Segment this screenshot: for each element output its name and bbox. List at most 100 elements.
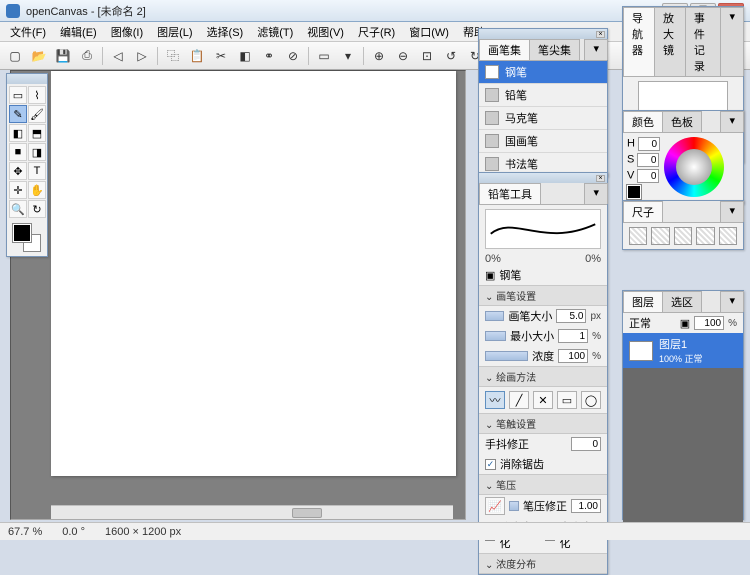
antialias-checkbox[interactable]: ✓ — [485, 459, 496, 470]
eraser-button[interactable]: ◧ — [234, 45, 256, 67]
brush-item-ink[interactable]: 国画笔 — [479, 130, 607, 153]
canvas-document[interactable] — [51, 71, 456, 476]
method-line-icon[interactable]: 〰 — [485, 391, 505, 409]
color-current-swatch[interactable] — [627, 185, 641, 199]
minsize-slider[interactable] — [485, 331, 506, 341]
menu-select[interactable]: 选择(S) — [201, 22, 250, 42]
new-button[interactable]: ▢ — [4, 45, 26, 67]
menu-image[interactable]: 图像(I) — [105, 22, 149, 42]
section-pressure[interactable]: 笔压 — [479, 474, 607, 495]
redo-button[interactable]: ▷ — [131, 45, 153, 67]
menu-file[interactable]: 文件(F) — [4, 22, 52, 42]
horizontal-scrollbar[interactable] — [51, 505, 453, 519]
menu-filter[interactable]: 滤镜(T) — [251, 22, 299, 42]
foreground-color-swatch[interactable] — [13, 224, 31, 242]
save-as-button[interactable]: ⎙ — [76, 45, 98, 67]
pressure-slider[interactable] — [509, 501, 519, 511]
tab-tipset[interactable]: 笔尖集 — [529, 39, 580, 60]
density-input[interactable] — [558, 349, 588, 363]
rect-button[interactable]: ▭ — [313, 45, 335, 67]
section-draw-method[interactable]: 绘画方法 — [479, 366, 607, 387]
color-wheel[interactable] — [664, 137, 724, 197]
ruler-preset-5[interactable] — [719, 227, 737, 245]
tab-swatches[interactable]: 色板 — [662, 111, 702, 132]
pressure-curve-icon[interactable]: 📈 — [485, 497, 505, 515]
tab-penciltool[interactable]: 铅笔工具 — [479, 183, 541, 204]
menu-view[interactable]: 视图(V) — [301, 22, 350, 42]
hue-input[interactable] — [638, 137, 660, 151]
layers-empty-area[interactable] — [623, 368, 743, 528]
zoom-fit-button[interactable]: ⊡ — [416, 45, 438, 67]
ruler-preset-3[interactable] — [674, 227, 692, 245]
sat-input[interactable] — [637, 153, 659, 167]
size-input[interactable] — [556, 309, 586, 323]
density-slider[interactable] — [485, 351, 528, 361]
pen-tool[interactable]: ✎ — [9, 105, 27, 123]
menu-layer[interactable]: 图层(L) — [151, 22, 198, 42]
zoom-out-button[interactable]: ⊖ — [392, 45, 414, 67]
stabilize-input[interactable] — [571, 437, 601, 451]
panel-menu-icon[interactable]: ▾ — [720, 291, 744, 312]
brushtool-titlebar[interactable]: × — [479, 173, 607, 183]
brush-tool[interactable]: 🖌 — [28, 105, 46, 123]
gradient-tool[interactable]: ◨ — [28, 143, 46, 161]
panel-menu-icon[interactable]: ▾ — [720, 7, 744, 76]
method-straight-icon[interactable]: ╱ — [509, 391, 529, 409]
section-brush-settings[interactable]: 画笔设置 — [479, 285, 607, 306]
eraser-tool[interactable]: ◧ — [9, 124, 27, 142]
layer-opacity-input[interactable] — [694, 316, 724, 330]
tab-magnifier[interactable]: 放大镜 — [654, 7, 686, 76]
layer-item[interactable]: 图层1 100% 正常 — [623, 333, 743, 368]
eyedropper-tool[interactable]: ✛ — [9, 181, 27, 199]
method-cross-icon[interactable]: ✕ — [533, 391, 553, 409]
link-button[interactable]: ⚭ — [258, 45, 280, 67]
copy-button[interactable]: ⿻ — [162, 45, 184, 67]
tab-layers[interactable]: 图层 — [623, 291, 663, 312]
toolbox-titlebar[interactable] — [7, 74, 47, 84]
clear-button[interactable]: ⊘ — [282, 45, 304, 67]
method-ellipse-icon[interactable]: ◯ — [581, 391, 601, 409]
zoom-tool[interactable]: 🔍 — [9, 200, 27, 218]
menu-edit[interactable]: 编辑(E) — [54, 22, 103, 42]
color-swatches[interactable] — [13, 224, 41, 252]
menu-ruler[interactable]: 尺子(R) — [352, 22, 401, 42]
ruler-preset-2[interactable] — [651, 227, 669, 245]
section-density-dist[interactable]: 浓度分布 — [479, 553, 607, 574]
zoom-in-button[interactable]: ⊕ — [368, 45, 390, 67]
undo-button[interactable]: ◁ — [107, 45, 129, 67]
ruler-preset-1[interactable] — [629, 227, 647, 245]
panel-menu-icon[interactable]: ▾ — [720, 111, 744, 132]
shape-tool[interactable]: ■ — [9, 143, 27, 161]
move-tool[interactable]: ✥ — [9, 162, 27, 180]
paste-button[interactable]: 📋 — [186, 45, 208, 67]
brush-item-pen[interactable]: 钢笔 — [479, 61, 607, 84]
val-input[interactable] — [637, 169, 659, 183]
tab-selection[interactable]: 选区 — [662, 291, 702, 312]
rect-select-tool[interactable]: ▭ — [9, 86, 27, 104]
dropdown-icon[interactable]: ▾ — [337, 45, 359, 67]
blend-mode-select[interactable]: 正常 — [629, 315, 651, 331]
tab-navigator[interactable]: 导航器 — [623, 7, 655, 76]
section-touch[interactable]: 笔触设置 — [479, 413, 607, 434]
tab-eventlog[interactable]: 事件记录 — [685, 7, 722, 76]
tab-color[interactable]: 颜色 — [623, 111, 663, 132]
panel-menu-icon[interactable]: ▾ — [584, 183, 608, 204]
panel-menu-icon[interactable]: ▾ — [584, 39, 608, 60]
text-tool[interactable]: T — [28, 162, 46, 180]
minsize-input[interactable] — [558, 329, 588, 343]
rotate-ccw-button[interactable]: ↺ — [440, 45, 462, 67]
rotate-tool[interactable]: ↻ — [28, 200, 46, 218]
lasso-tool[interactable]: ⌇ — [28, 86, 46, 104]
save-button[interactable]: 💾 — [52, 45, 74, 67]
method-rect-icon[interactable]: ▭ — [557, 391, 577, 409]
hand-tool[interactable]: ✋ — [28, 181, 46, 199]
size-slider[interactable] — [485, 311, 504, 321]
cut-button[interactable]: ✂ — [210, 45, 232, 67]
fill-tool[interactable]: ⬒ — [28, 124, 46, 142]
menu-window[interactable]: 窗口(W) — [403, 22, 455, 42]
canvas-viewport[interactable] — [10, 70, 466, 520]
close-icon[interactable]: × — [596, 31, 605, 38]
tab-brushset[interactable]: 画笔集 — [479, 39, 530, 60]
brush-item-pencil[interactable]: 铅笔 — [479, 84, 607, 107]
layer-thumbnail[interactable] — [629, 341, 653, 361]
